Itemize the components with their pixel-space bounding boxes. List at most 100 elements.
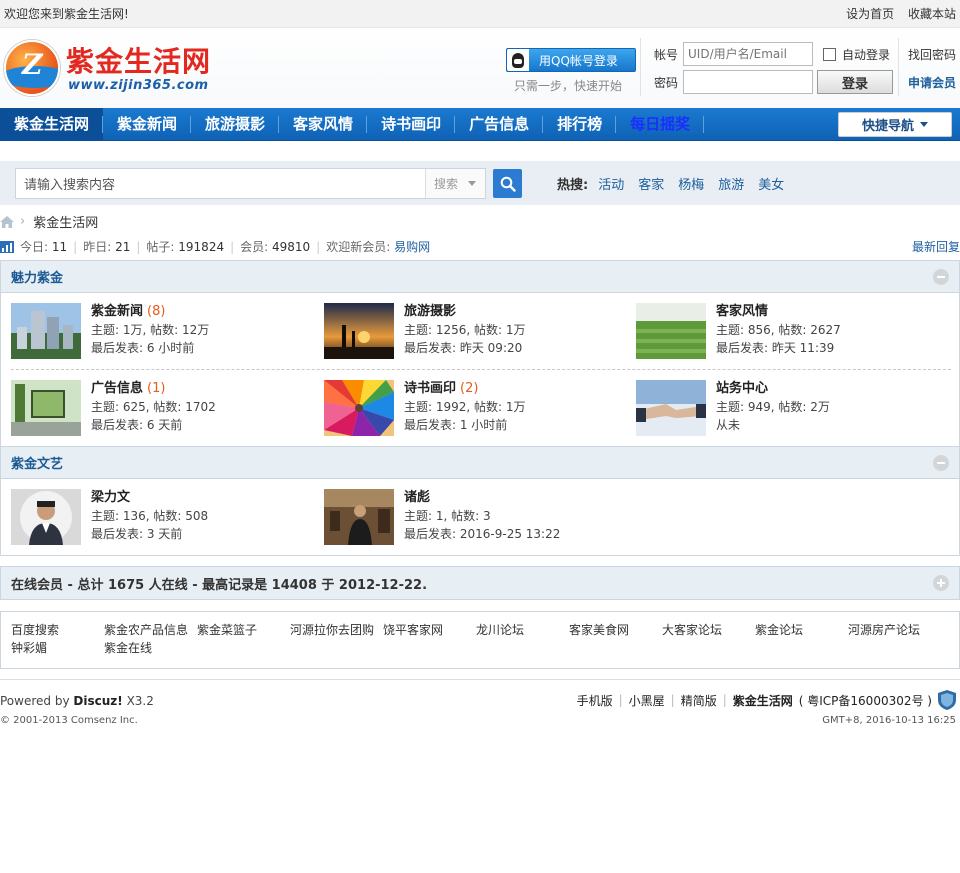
nav-item-ranking[interactable]: 排行榜 (543, 108, 617, 141)
account-input[interactable] (683, 42, 813, 66)
nav-item-home[interactable]: 紫金生活网 (0, 107, 104, 141)
forum-counts: 主题: 1万, 帖数: 12万 (91, 323, 210, 337)
forum-last-post[interactable]: 最后发表: 1 小时前 (404, 416, 526, 434)
forum-thumbnail-billboard[interactable] (11, 380, 81, 436)
friend-link[interactable]: 紫金农产品信息 (104, 621, 197, 638)
friend-link[interactable]: 紫金在线 (104, 639, 197, 656)
forum-thumbnail-sunset[interactable] (324, 303, 394, 359)
friend-link[interactable]: 紫金菜篮子 (197, 621, 290, 638)
stat-members-label: 会员: (240, 240, 269, 254)
nav-item-travel[interactable]: 旅游摄影 (191, 108, 280, 141)
qq-login-hint: 只需一步，快速开始 (514, 79, 623, 93)
mobile-link[interactable]: 手机版 (577, 692, 613, 709)
nav-item-art[interactable]: 诗书画印 (367, 108, 456, 141)
new-member-link[interactable]: 易购网 (394, 238, 430, 255)
nav-item-ads[interactable]: 广告信息 (455, 108, 544, 141)
forum-thumbnail-handshake[interactable] (636, 380, 706, 436)
bookmark-link[interactable]: 收藏本站 (908, 7, 956, 21)
home-icon[interactable] (0, 215, 14, 228)
nav-item-hakka[interactable]: 客家风情 (279, 108, 368, 141)
auto-login-checkbox[interactable] (823, 47, 836, 61)
hot-keyword[interactable]: 活动 (598, 174, 624, 193)
forum-last-post[interactable]: 最后发表: 6 天前 (91, 416, 216, 434)
simple-version-link[interactable]: 精简版 (681, 692, 717, 709)
powered-brand-link[interactable]: Discuz! (73, 694, 122, 708)
forum-item: 紫金新闻 (8) 主题: 1万, 帖数: 12万 最后发表: 6 小时前 (11, 303, 311, 361)
forum-thumbnail-pencils[interactable] (324, 380, 394, 436)
main-nav: 紫金生活网 紫金新闻 旅游摄影 客家风情 诗书画印 广告信息 排行榜 每日摇奖 … (0, 107, 960, 141)
forum-name[interactable]: 诸彪 (404, 490, 430, 505)
copyright: © 2001-2013 Comsenz Inc. (0, 715, 138, 726)
forum-item: 客家风情 主题: 856, 帖数: 2627 最后发表: 昨天 11:39 (636, 303, 936, 361)
forum-thumbnail-portrait[interactable] (11, 489, 81, 545)
hot-keyword[interactable]: 杨梅 (678, 174, 704, 193)
forum-name[interactable]: 梁力文 (91, 490, 130, 505)
divider: | (670, 693, 675, 707)
find-password-link[interactable]: 找回密码 (908, 41, 956, 69)
forum-last-post[interactable]: 最后发表: 2016-9-25 13:22 (404, 525, 560, 543)
forum-last-post[interactable]: 最后发表: 昨天 09:20 (404, 339, 526, 357)
friend-link[interactable]: 钟彩媚 (11, 639, 104, 656)
divider: | (618, 693, 623, 707)
forum-new-count: (1) (147, 381, 166, 396)
nav-item-news[interactable]: 紫金新闻 (103, 108, 192, 141)
stat-yesterday-label: 昨日: (83, 240, 112, 254)
search-button[interactable] (493, 169, 522, 198)
friend-link[interactable]: 河源房产论坛 (848, 621, 941, 638)
forum-last-post[interactable]: 最后发表: 3 天前 (91, 525, 208, 543)
friend-link[interactable]: 客家美食网 (569, 621, 662, 638)
site-logo[interactable]: 紫金生活网 www.zijin365.com (4, 40, 244, 98)
forum-name[interactable]: 客家风情 (716, 304, 768, 319)
friend-link[interactable]: 龙川论坛 (476, 621, 569, 638)
forum-name[interactable]: 站务中心 (716, 381, 768, 396)
friend-link[interactable]: 紫金论坛 (755, 621, 848, 638)
forum-last-post[interactable]: 最后发表: 6 小时前 (91, 339, 209, 357)
hot-keyword[interactable]: 旅游 (718, 174, 744, 193)
expand-icon[interactable] (933, 575, 949, 591)
nav-item-daily-lottery[interactable]: 每日摇奖 (616, 108, 705, 141)
online-members-text[interactable]: 在线会员 - 总计 1675 人在线 - 最高记录是 14408 于 2012-… (11, 574, 427, 593)
top-bar: 欢迎您来到紫金生活网! 设为首页 收藏本站 (0, 0, 960, 28)
auto-login[interactable]: 自动登录 (823, 46, 890, 63)
divider: | (722, 693, 727, 707)
collapse-icon[interactable] (933, 269, 949, 285)
logo-url: www.zijin365.com (68, 78, 209, 93)
register-link[interactable]: 申请会员 (908, 69, 956, 97)
forum-name[interactable]: 广告信息 (91, 381, 143, 396)
search-bar: 请输入搜索内容 搜索 热搜: 活动 客家 杨梅 旅游 美女 (0, 161, 960, 205)
divider (640, 38, 641, 96)
set-home-link[interactable]: 设为首页 (846, 7, 894, 21)
password-input[interactable] (683, 70, 813, 94)
friend-link[interactable]: 大客家论坛 (662, 621, 755, 638)
friend-link[interactable]: 河源拉你去团购 (290, 621, 383, 638)
search-input[interactable]: 请输入搜索内容 (16, 174, 425, 193)
site-name-link[interactable]: 紫金生活网 (733, 692, 793, 709)
forum-name[interactable]: 旅游摄影 (404, 304, 456, 319)
forum-name[interactable]: 紫金新闻 (91, 304, 143, 319)
forum-name[interactable]: 诗书画印 (404, 381, 456, 396)
account-label: 帐号 (654, 47, 679, 62)
hot-keyword[interactable]: 美女 (758, 174, 784, 193)
powered-by: Powered by Discuz! X3.2 (0, 694, 154, 708)
forum-last-post[interactable]: 最后发表: 昨天 11:39 (716, 339, 841, 357)
blackroom-link[interactable]: 小黑屋 (629, 692, 665, 709)
section-title[interactable]: 魅力紫金 (11, 267, 63, 286)
qq-login-button[interactable]: 用QQ帐号登录 (506, 48, 636, 72)
forum-thumbnail-tea-field[interactable] (636, 303, 706, 359)
search-type-select[interactable]: 搜索 (425, 169, 485, 198)
friend-link[interactable]: 百度搜索 (11, 621, 104, 638)
section-title[interactable]: 紫金文艺 (11, 453, 63, 472)
forum-thumbnail-studio[interactable] (324, 489, 394, 545)
icp-link[interactable]: ( 粤ICP备16000302号 ) (799, 692, 932, 709)
friend-link[interactable]: 饶平客家网 (383, 621, 476, 638)
logo-title: 紫金生活网 (66, 45, 212, 78)
latest-reply-link[interactable]: 最新回复 (912, 238, 960, 255)
hot-keyword[interactable]: 客家 (638, 174, 664, 193)
forum-thumbnail-city[interactable] (11, 303, 81, 359)
collapse-icon[interactable] (933, 455, 949, 471)
login-button[interactable]: 登录 (817, 70, 893, 94)
security-shield-icon[interactable] (938, 690, 956, 710)
divider: | (230, 239, 235, 254)
breadcrumb-current[interactable]: 紫金生活网 (33, 212, 98, 231)
quick-nav-button[interactable]: 快捷导航 (838, 112, 952, 137)
